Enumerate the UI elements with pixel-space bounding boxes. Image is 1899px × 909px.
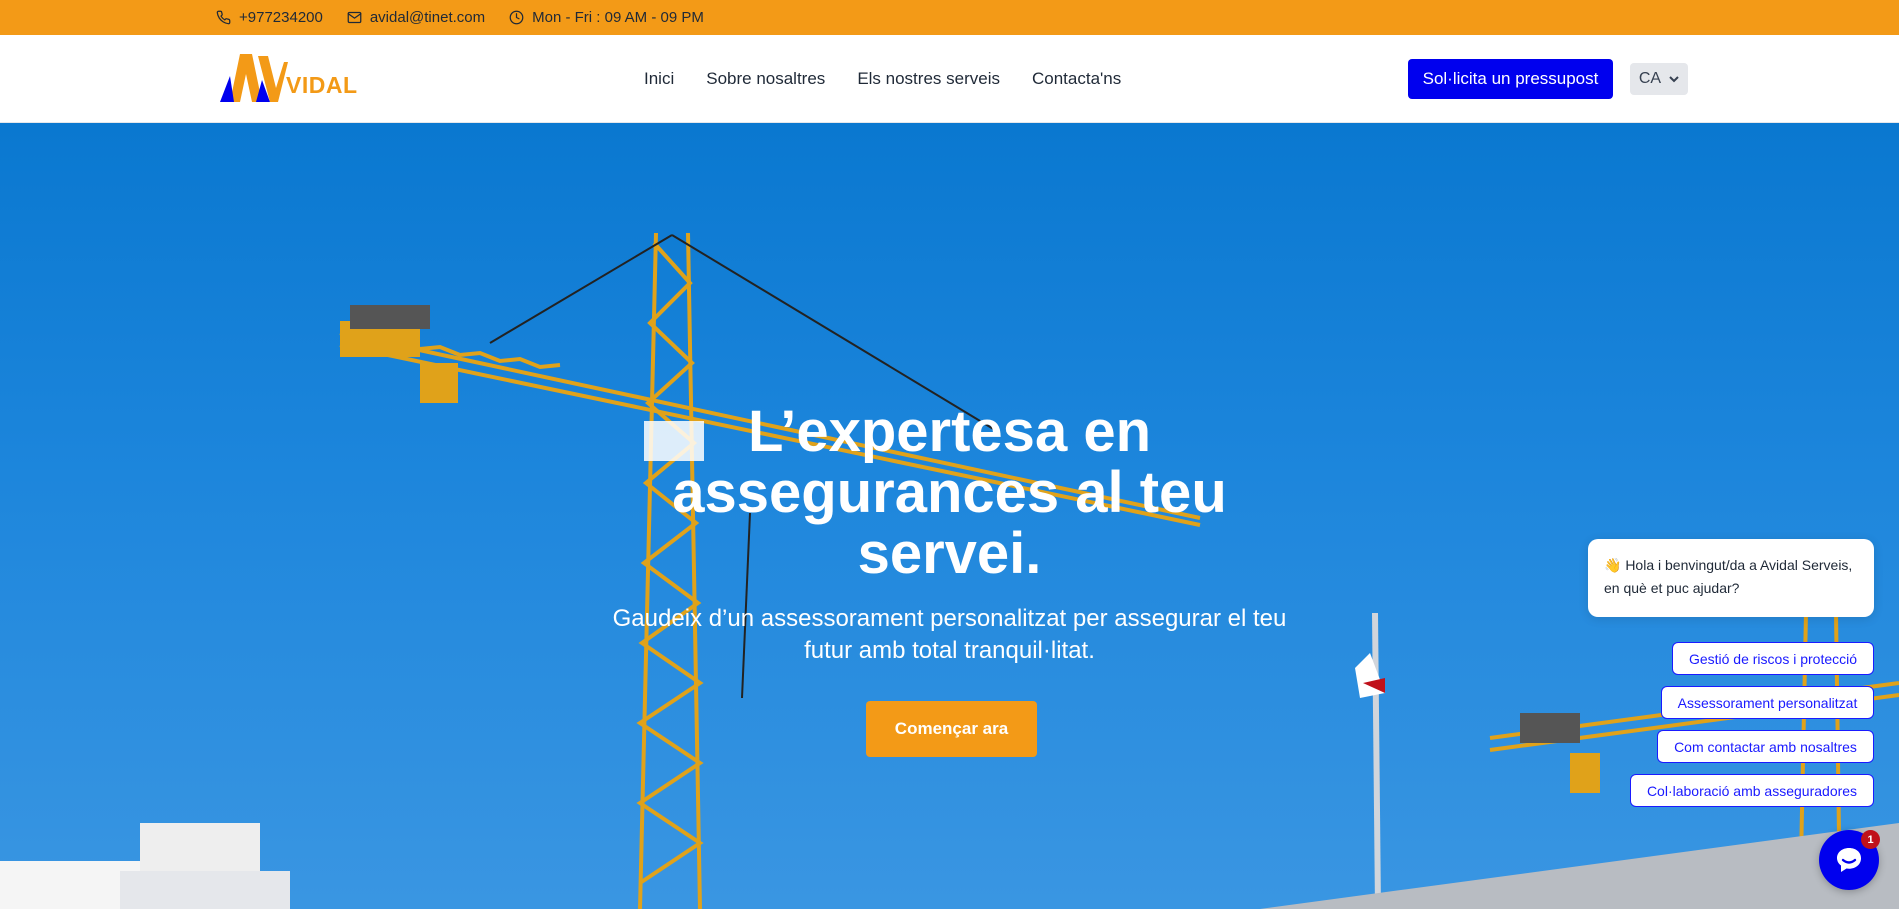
chat-option-personal-advice[interactable]: Assessorament personalitzat [1661, 686, 1874, 719]
chat-icon [1837, 848, 1861, 872]
chat-greeting-line: 👋 Hola i benvingut/da a Avidal Serveis, [1604, 557, 1853, 573]
nav-item-inici[interactable]: Inici [644, 69, 674, 89]
hours-text: Mon - Fri : 09 AM - 09 PM [532, 9, 704, 26]
top-info-bar: +977234200 avidal@tinet.com Mon - Fri : … [0, 0, 1899, 35]
nav-item-serveis[interactable]: Els nostres serveis [857, 69, 1000, 89]
nav-item-contacta[interactable]: Contacta'ns [1032, 69, 1121, 89]
hero-title-line: assegurances al teu [672, 460, 1227, 525]
phone-info[interactable]: +977234200 [216, 9, 323, 26]
hero-section: L’expertesa en assegurances al teu serve… [0, 123, 1899, 909]
language-value: CA [1638, 70, 1662, 87]
get-started-button[interactable]: Començar ara [866, 701, 1037, 757]
site-header: VIDAL Inici Sobre nosaltres Els nostres … [0, 35, 1899, 123]
chat-greeting-line: en què et puc ajudar? [1604, 580, 1740, 596]
hours-info: Mon - Fri : 09 AM - 09 PM [509, 9, 704, 26]
logo-text: VIDAL [286, 72, 358, 98]
language-select[interactable]: CA [1630, 63, 1688, 95]
chat-option-contact[interactable]: Com contactar amb nosaltres [1657, 730, 1874, 763]
top-info-items: +977234200 avidal@tinet.com Mon - Fri : … [216, 0, 704, 35]
chat-greeting-bubble: 👋 Hola i benvingut/da a Avidal Serveis, … [1588, 539, 1874, 617]
logo-mark-icon [220, 54, 288, 102]
logo[interactable]: VIDAL [218, 52, 360, 104]
clock-icon [509, 10, 524, 25]
email-text: avidal@tinet.com [369, 9, 486, 26]
request-quote-button[interactable]: Sol·licita un pressupost [1408, 59, 1613, 99]
phone-text: +977234200 [239, 9, 323, 26]
chat-option-risk-management[interactable]: Gestió de riscos i protecció [1672, 642, 1874, 675]
main-nav: Inici Sobre nosaltres Els nostres servei… [644, 35, 1121, 123]
mail-icon [347, 11, 362, 24]
chevron-down-icon [1669, 76, 1679, 83]
email-info[interactable]: avidal@tinet.com [347, 9, 485, 26]
hero-title-line: L’expertesa en [748, 399, 1151, 464]
hero-subtitle-line: futur amb total tranquil·litat. [804, 637, 1095, 664]
phone-icon [216, 10, 231, 25]
notification-badge: 1 [1861, 830, 1880, 849]
nav-item-sobre-nosaltres[interactable]: Sobre nosaltres [706, 69, 825, 89]
chat-option-insurers[interactable]: Col·laboració amb asseguradores [1630, 774, 1874, 807]
